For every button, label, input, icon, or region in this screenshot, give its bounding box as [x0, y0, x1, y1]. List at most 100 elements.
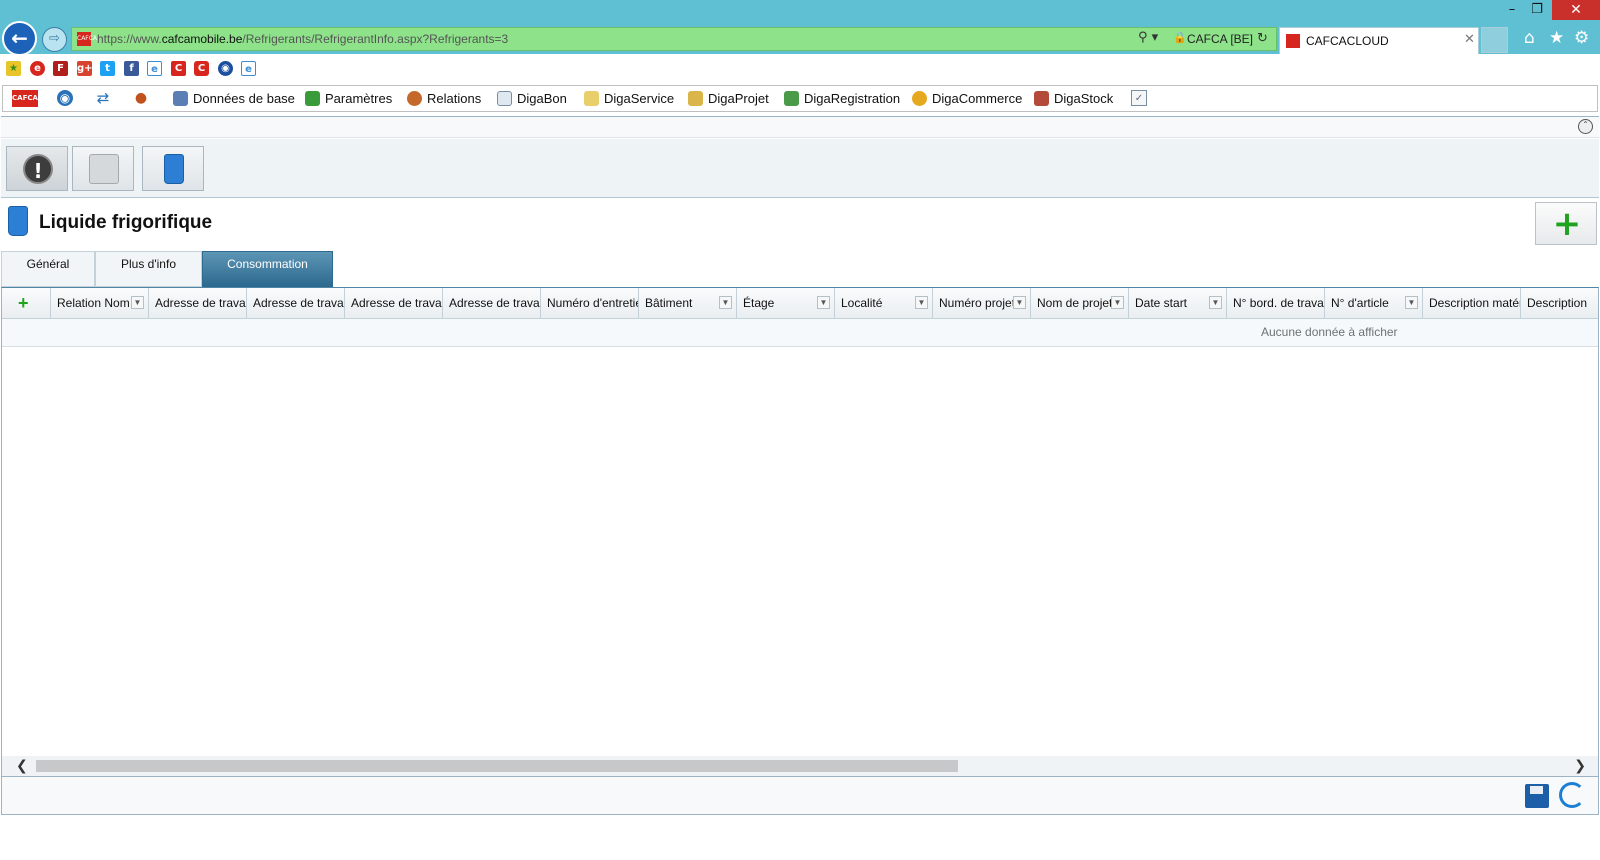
filter-icon[interactable]: ▼: [719, 296, 732, 309]
reload-icon[interactable]: [1559, 782, 1585, 808]
menu-parametres[interactable]: Paramètres: [305, 86, 392, 111]
save-icon[interactable]: [1525, 784, 1549, 808]
column-header[interactable]: Bâtiment ▼: [639, 288, 737, 319]
menu-donnees-de-base[interactable]: Données de base: [173, 86, 295, 111]
menu-digabon[interactable]: DigaBon: [497, 86, 567, 111]
column-header[interactable]: Description matériel: [1423, 288, 1521, 319]
service-folder-icon: [584, 91, 599, 106]
forward-button[interactable]: ⇨: [42, 27, 67, 52]
menu-digaregistration[interactable]: DigaRegistration: [784, 86, 900, 111]
tab-general[interactable]: Général: [1, 251, 95, 287]
column-header[interactable]: Relation Nom ▼: [51, 288, 149, 319]
window-minimize-button[interactable]: –: [1500, 0, 1524, 20]
tab-favicon-icon: [1286, 34, 1300, 48]
facebook-icon[interactable]: f: [124, 61, 139, 76]
horizontal-scrollbar[interactable]: ❮ ❯: [2, 756, 1598, 776]
plus-icon: +: [1552, 204, 1582, 244]
refrigerant-bottle-icon: [164, 154, 184, 184]
column-label: Étage: [743, 296, 775, 310]
globe-icon[interactable]: ◉: [218, 61, 233, 76]
favorites-star-icon[interactable]: ★: [1549, 28, 1564, 48]
browser-tab[interactable]: CAFCACLOUD ✕: [1279, 27, 1479, 54]
scroll-left-icon[interactable]: ❮: [16, 756, 28, 776]
ie-page-icon-2[interactable]: e: [241, 61, 256, 76]
google-plus-icon[interactable]: g+: [77, 61, 93, 76]
scrollbar-thumb[interactable]: [36, 760, 958, 772]
column-label: Bâtiment: [645, 296, 693, 310]
column-header[interactable]: Date start ▼: [1129, 288, 1227, 319]
grid-add-row-button[interactable]: +: [2, 288, 51, 319]
filter-icon[interactable]: ▼: [1209, 296, 1222, 309]
column-label: Numéro d'entretien: [547, 296, 639, 310]
url-text[interactable]: https://www.cafcamobile.be/Refrigerants/…: [97, 32, 508, 46]
add-favorite-icon[interactable]: ★: [6, 61, 21, 76]
refresh-icon[interactable]: ↻: [1257, 31, 1268, 46]
refrigerant-button[interactable]: [142, 146, 204, 191]
menu-label: DigaRegistration: [804, 91, 901, 106]
column-header[interactable]: Adresse de travail: [345, 288, 443, 319]
e-brand-icon[interactable]: e: [30, 61, 45, 76]
user-icon[interactable]: ●: [133, 90, 149, 106]
filter-icon[interactable]: ▼: [915, 296, 928, 309]
column-header[interactable]: Nom de projet ▼: [1031, 288, 1129, 319]
scroll-right-icon[interactable]: ❯: [1574, 756, 1586, 776]
filter-icon[interactable]: ▼: [817, 296, 830, 309]
menu-digaprojet[interactable]: DigaProjet: [688, 86, 769, 111]
sync-icon[interactable]: ⇄: [95, 90, 111, 106]
column-header[interactable]: Numéro d'entretien: [541, 288, 639, 319]
cafca-link-icon[interactable]: C: [171, 61, 186, 76]
column-header[interactable]: Adresse de travail: [443, 288, 541, 319]
tab-plus-d-info[interactable]: Plus d'info: [95, 251, 202, 287]
tab-close-icon[interactable]: ✕: [1464, 32, 1475, 47]
project-folder-icon: [688, 91, 703, 106]
alerts-button[interactable]: !: [6, 146, 68, 191]
address-bar[interactable]: CAFCA https://www.cafcamobile.be/Refrige…: [71, 27, 1277, 51]
collapse-panel-icon[interactable]: ˆ: [1578, 119, 1593, 134]
column-header[interactable]: Numéro projet ▼: [933, 288, 1031, 319]
column-header[interactable]: Adresse de travail: [149, 288, 247, 319]
lock-icon[interactable]: 🔒: [1173, 31, 1187, 44]
menu-digastock[interactable]: DigaStock: [1034, 86, 1113, 111]
cooling-unit-icon: [89, 154, 119, 184]
checklist-icon[interactable]: ✓: [1131, 90, 1147, 106]
filter-icon[interactable]: ▼: [131, 296, 144, 309]
cooling-unit-button[interactable]: [72, 146, 134, 191]
add-record-button[interactable]: +: [1535, 202, 1597, 245]
column-header[interactable]: Étage ▼: [737, 288, 835, 319]
twitter-icon[interactable]: t: [100, 61, 115, 76]
gear-icon[interactable]: ⚙: [1574, 28, 1589, 48]
column-label: Adresse de travail: [253, 296, 345, 310]
column-header[interactable]: N° d'article ▼: [1325, 288, 1423, 319]
tab-consommation[interactable]: Consommation: [202, 251, 333, 287]
document-icon: [497, 91, 512, 106]
address-search-icon[interactable]: ⚲ ▾: [1138, 30, 1158, 45]
globe-tool-icon[interactable]: ◉: [57, 90, 73, 106]
filter-icon[interactable]: ▼: [1013, 296, 1026, 309]
certificate-label[interactable]: CAFCA [BE]: [1187, 32, 1253, 46]
cafca-logo-icon[interactable]: CAFCA: [12, 90, 38, 107]
red-c-icon[interactable]: C: [194, 61, 209, 76]
window-restore-button[interactable]: ❐: [1524, 0, 1550, 20]
menu-digacommerce[interactable]: DigaCommerce: [912, 86, 1022, 111]
url-path: /Refrigerants/RefrigerantInfo.aspx?Refri…: [242, 32, 509, 46]
menu-relations[interactable]: Relations: [407, 86, 481, 111]
grid-header: + Relation Nom ▼ Adresse de travail Adres…: [2, 288, 1598, 319]
filter-icon[interactable]: ▼: [1111, 296, 1124, 309]
column-header[interactable]: N° bord. de travail: [1227, 288, 1325, 319]
column-header[interactable]: Description: [1521, 288, 1598, 319]
new-tab-button[interactable]: [1481, 27, 1508, 53]
column-header[interactable]: Adresse de travail: [247, 288, 345, 319]
cafca-small-icon[interactable]: F: [53, 61, 68, 76]
back-button[interactable]: ←: [2, 21, 37, 56]
menu-label: Données de base: [193, 91, 295, 106]
column-label: Date start: [1135, 296, 1188, 310]
home-icon[interactable]: ⌂: [1524, 28, 1535, 48]
menu-digaservice[interactable]: DigaService: [584, 86, 674, 111]
ie-page-icon[interactable]: e: [147, 61, 162, 76]
column-label: Adresse de travail: [351, 296, 443, 310]
menu-label: DigaService: [604, 91, 675, 106]
grid-empty-row: Aucune donnée à afficher: [2, 319, 1598, 347]
window-close-button[interactable]: ✕: [1552, 0, 1600, 20]
column-header[interactable]: Localité ▼: [835, 288, 933, 319]
filter-icon[interactable]: ▼: [1405, 296, 1418, 309]
